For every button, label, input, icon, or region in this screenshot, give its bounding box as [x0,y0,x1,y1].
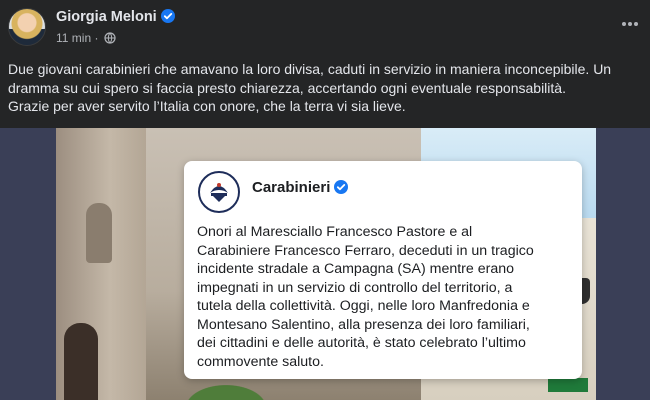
author-name-row: Giorgia Meloni [56,9,175,27]
post-timestamp[interactable]: 11 min [56,31,91,45]
card-text-line: impegnati in un servizio di controllo de… [197,279,513,296]
caption-line: Grazie per aver servito l’Italia con ono… [8,98,406,114]
photo-doorway [64,323,98,400]
photo-green-sign [548,378,588,392]
caption-line: dramma su cui spero si faccia presto chi… [8,79,566,96]
card-text-line: Carabiniere Francesco Ferraro, deceduti … [197,242,534,259]
carabinieri-post-card: Carabinieri Onori al Maresciallo Frances… [184,161,582,379]
meta-separator: · [94,31,99,45]
facebook-post: Giorgia Meloni 11 min · Due giovani cara… [0,0,650,400]
card-text-line: Onori al Maresciallo Francesco Pastore e… [197,224,473,240]
card-text: Onori al Maresciallo Francesco Pastore e… [197,223,577,371]
author-name[interactable]: Giorgia Meloni [56,9,157,25]
more-options-button[interactable] [618,12,642,36]
post-meta: 11 min · [56,31,116,47]
card-text-line: commovente saluto. [197,353,324,370]
verified-badge-icon [334,180,349,198]
caption-line: Due giovani carabinieri che amavano la l… [8,61,612,77]
card-text-line: dei cittadini e delle autorità, è stato … [197,335,526,351]
card-text-line: tutela della collettività. Oggi, nelle l… [197,298,530,314]
verified-badge-icon [160,9,175,27]
photo-building-left [56,128,146,400]
globe-icon[interactable] [104,32,116,47]
card-text-line: incidente stradale a Campagna (SA) mentr… [197,261,515,277]
photo-statue [86,203,112,263]
post-caption: Due giovani carabinieri che amavano la l… [8,60,650,116]
card-account-name: Carabinieri [252,179,331,196]
author-avatar[interactable] [8,8,46,46]
card-account-row: Carabinieri [252,179,349,198]
post-media[interactable]: Carabinieri Onori al Maresciallo Frances… [0,128,650,400]
carabinieri-logo-icon [198,171,240,213]
post-photo[interactable]: Carabinieri Onori al Maresciallo Frances… [56,128,596,400]
post-header: Giorgia Meloni 11 min · [0,0,650,54]
more-options-icon [618,22,642,40]
card-text-line: Montesano Salentino, alla presenza dei l… [197,316,530,333]
